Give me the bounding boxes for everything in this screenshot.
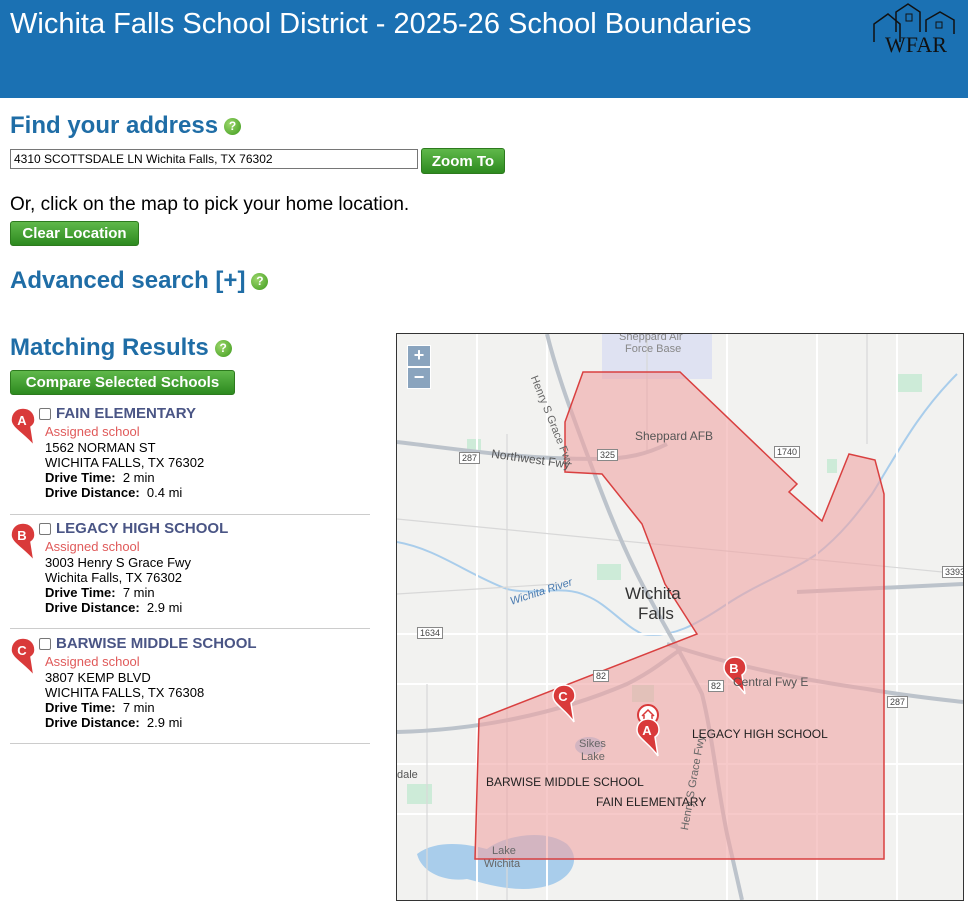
map-canvas[interactable]: C B A [397, 334, 963, 900]
logo-text: WFAR [885, 32, 947, 56]
drive-distance: Drive Distance: 0.4 mi [45, 485, 183, 500]
park-area [597, 564, 621, 580]
svg-text:B: B [17, 528, 26, 543]
find-address-title: Find your address [10, 112, 219, 139]
map-label-lake-wichita: Wichita [484, 858, 521, 870]
zoom-to-button[interactable]: Zoom To [421, 148, 505, 174]
zoom-out-button[interactable]: − [407, 367, 431, 389]
highway-shield: 287 [459, 452, 481, 464]
park-area [897, 374, 922, 392]
marker-a-icon: A [10, 407, 36, 447]
highway-shield: 82 [708, 680, 725, 692]
highway-shield: 1634 [417, 627, 444, 639]
school-address-line2: WICHITA FALLS, TX 76302 [45, 455, 205, 470]
page-header: Wichita Falls School District - 2025-26 … [0, 0, 968, 98]
map-label-city: Wichita [625, 584, 681, 603]
select-school-checkbox[interactable] [39, 408, 51, 420]
select-school-checkbox[interactable] [39, 638, 51, 650]
matching-results-heading: Matching Results? [10, 334, 232, 362]
map-label-lake-wichita: Lake [492, 845, 516, 857]
wfar-logo: WFAR [873, 3, 955, 56]
school-address-line2: Wichita Falls, TX 76302 [45, 570, 183, 585]
result-divider [10, 628, 370, 629]
map-label-sheppard-base: Force Base [625, 343, 682, 355]
svg-text:C: C [558, 689, 568, 704]
compare-selected-schools-button[interactable]: Compare Selected Schools [10, 370, 235, 395]
marker-b-icon: B [10, 522, 36, 562]
map-label-sheppard-afb: Sheppard AFB [635, 429, 714, 443]
assignment-status: Assigned school [45, 424, 140, 439]
svg-text:A: A [17, 413, 27, 428]
school-name[interactable]: FAIN ELEMENTARY [56, 405, 196, 422]
drive-time: Drive Time: 7 min [45, 585, 155, 600]
result-divider [10, 743, 370, 744]
highway-shield: 287 [887, 696, 909, 708]
map-label-legacy-high-school: LEGACY HIGH SCHOOL [692, 727, 828, 741]
help-icon[interactable]: ? [251, 273, 269, 290]
map-label-city: Falls [638, 604, 674, 623]
map-pick-instructions: Or, click on the map to pick your home l… [10, 194, 410, 215]
select-school-checkbox[interactable] [39, 523, 51, 535]
drive-distance: Drive Distance: 2.9 mi [45, 715, 183, 730]
map-label-town: dale [397, 769, 418, 781]
map-label-central-fwy: Central Fwy E [733, 675, 809, 689]
svg-text:C: C [17, 643, 27, 658]
school-name[interactable]: BARWISE MIDDLE SCHOOL [56, 635, 257, 652]
boundary-map[interactable]: C B A Sheppard Air Force Base Sheppard A… [396, 333, 964, 901]
help-icon[interactable]: ? [224, 118, 242, 135]
school-address-line1: 3807 KEMP BLVD [45, 670, 151, 685]
drive-distance: Drive Distance: 2.9 mi [45, 600, 183, 615]
highway-shield: 82 [593, 670, 610, 682]
drive-time: Drive Time: 2 min [45, 470, 155, 485]
assignment-status: Assigned school [45, 539, 140, 554]
help-icon[interactable]: ? [214, 340, 232, 357]
park-area [827, 459, 837, 473]
page-title: Wichita Falls School District - 2025-26 … [10, 8, 752, 40]
zoom-in-button[interactable]: + [407, 345, 431, 367]
wichita-river [397, 541, 643, 635]
highway-shield: 325 [597, 449, 619, 461]
map-label-fain-elementary: FAIN ELEMENTARY [596, 795, 707, 809]
school-address-line2: WICHITA FALLS, TX 76308 [45, 685, 205, 700]
clear-location-button[interactable]: Clear Location [10, 221, 139, 246]
drive-time: Drive Time: 7 min [45, 700, 155, 715]
park-area [407, 784, 432, 804]
address-input[interactable] [10, 149, 418, 169]
svg-text:B: B [729, 661, 738, 676]
svg-text:A: A [642, 723, 652, 738]
school-address-line1: 1562 NORMAN ST [45, 440, 156, 455]
highway-shield: 3393 [942, 566, 963, 578]
highway-shield: 1740 [774, 446, 801, 458]
map-label-sikes-lake: Sikes [579, 738, 606, 750]
school-name[interactable]: LEGACY HIGH SCHOOL [56, 520, 228, 537]
advanced-search-title: Advanced search [+] [10, 267, 246, 294]
map-label-sheppard-base: Sheppard Air [619, 333, 683, 343]
find-address-heading: Find your address? [10, 112, 242, 140]
advanced-search-toggle[interactable]: Advanced search [+]? [10, 267, 269, 295]
map-label-barwise-middle-school: BARWISE MIDDLE SCHOOL [486, 775, 644, 789]
school-address-line1: 3003 Henry S Grace Fwy [45, 555, 191, 570]
marker-c-icon: C [10, 637, 36, 677]
matching-results-title: Matching Results [10, 334, 209, 361]
map-label-sikes-lake: Lake [581, 751, 605, 763]
assignment-status: Assigned school [45, 654, 140, 669]
result-divider [10, 514, 370, 515]
